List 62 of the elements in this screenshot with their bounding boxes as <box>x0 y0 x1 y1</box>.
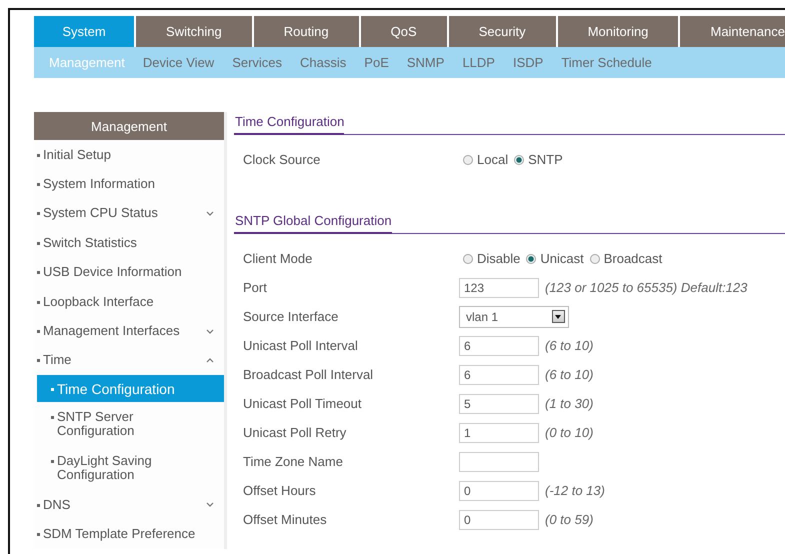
sidebar-item[interactable]: Management Interfaces <box>36 324 180 338</box>
range-hint: (6 to 10) <box>545 338 594 353</box>
radio-button[interactable] <box>463 254 473 264</box>
radio-label: Broadcast <box>604 251 662 266</box>
range-hint: (6 to 10) <box>545 367 594 382</box>
nav-tab[interactable]: Monitoring <box>558 16 678 47</box>
sidebar-item[interactable]: System CPU Status <box>36 206 158 220</box>
chevron-down-icon[interactable] <box>206 502 214 508</box>
chevron-down-icon[interactable] <box>206 328 214 334</box>
range-hint: (123 or 1025 to 65535) Default:123 <box>545 280 748 295</box>
input-field[interactable]: 6 <box>459 364 539 384</box>
sidebar-item[interactable]: SDM Template Preference <box>36 527 196 542</box>
nav-tab[interactable]: Routing <box>254 16 359 47</box>
sidebar-item[interactable]: Time <box>36 353 72 368</box>
field-label: Time Zone Name <box>243 454 344 469</box>
radio-label: SNTP <box>528 152 563 167</box>
input-field[interactable]: 123 <box>459 278 539 298</box>
field-label: Offset Hours <box>243 483 317 498</box>
radio-button[interactable] <box>590 254 600 264</box>
sidebar-item[interactable]: Loopback Interface <box>36 294 154 309</box>
field-label: Client Mode <box>243 251 314 266</box>
nav-tab[interactable]: Maintenance <box>680 16 785 47</box>
range-hint: (0 to 59) <box>545 512 594 527</box>
range-hint: (-12 to 13) <box>545 483 605 498</box>
radio-button[interactable] <box>526 254 536 264</box>
field-label: Broadcast Poll Interval <box>243 367 374 382</box>
field-label: Unicast Poll Interval <box>243 338 359 353</box>
sidebar-item[interactable]: System Information <box>36 177 155 192</box>
nav-tab[interactable]: Switching <box>136 16 252 47</box>
section-title: Time Configuration <box>234 112 344 135</box>
sidebar-title: Management <box>34 112 224 140</box>
sidebar-item[interactable]: DayLight Saving Configuration <box>50 454 170 482</box>
field-label: Offset Minutes <box>243 512 328 527</box>
chevron-down-icon[interactable] <box>206 210 214 216</box>
sidebar-item[interactable]: USB Device Information <box>36 265 182 280</box>
input-field[interactable]: 0 <box>459 510 539 530</box>
dropdown[interactable]: vlan 1 <box>459 306 569 328</box>
field-label: Clock Source <box>243 152 322 167</box>
range-hint: (1 to 30) <box>545 396 594 411</box>
sidebar-item[interactable]: Initial Setup <box>36 148 111 162</box>
nav-tab[interactable]: QoS <box>360 16 447 47</box>
input-field[interactable]: 0 <box>459 480 539 500</box>
sidebar-item[interactable]: SNTP Server Configuration <box>50 410 170 438</box>
input-field[interactable]: 5 <box>459 394 539 414</box>
sidebar-item[interactable]: DNS <box>36 498 70 512</box>
radio-button[interactable] <box>463 154 473 164</box>
input-field[interactable] <box>459 452 539 472</box>
sidebar-item[interactable]: Switch Statistics <box>36 236 137 250</box>
field-label: Source Interface <box>243 309 340 324</box>
chevron-up-icon[interactable] <box>206 358 214 363</box>
field-label: Port <box>243 280 268 295</box>
range-hint: (0 to 10) <box>545 425 594 440</box>
field-label: Unicast Poll Retry <box>243 425 348 440</box>
input-field[interactable]: 1 <box>459 422 539 442</box>
radio-label: Local <box>477 152 508 167</box>
radio-label: Unicast <box>540 251 584 266</box>
radio-button[interactable] <box>514 154 524 164</box>
nav-tab[interactable]: Security <box>448 16 556 47</box>
input-field[interactable]: 6 <box>459 336 539 356</box>
radio-label: Disable <box>477 251 520 266</box>
section-title: SNTP Global Configuration <box>234 211 392 234</box>
field-label: Unicast Poll Timeout <box>243 396 362 411</box>
